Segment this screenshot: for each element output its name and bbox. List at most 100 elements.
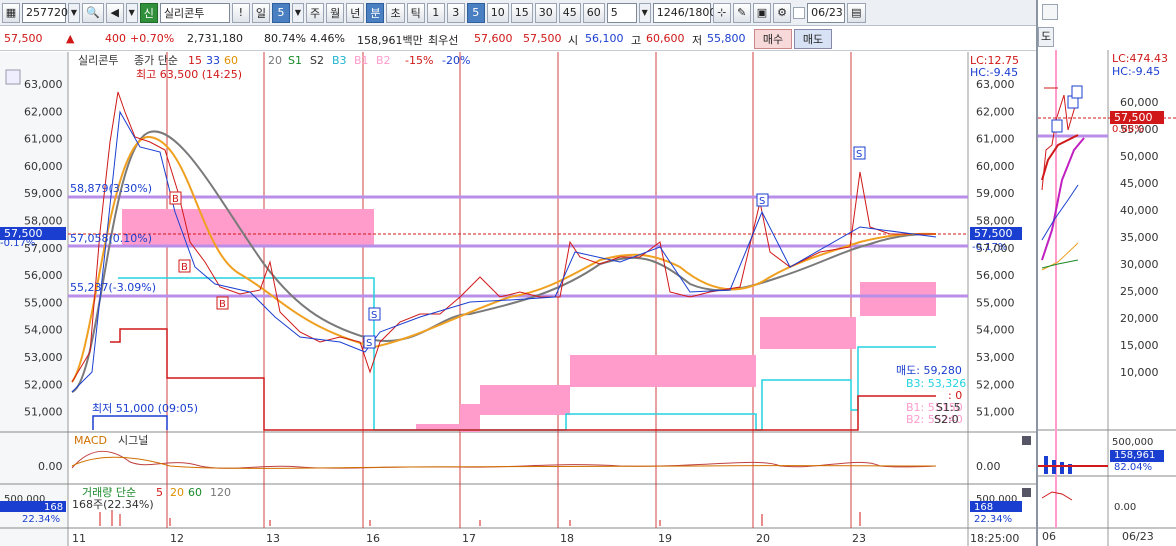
high-price: 60,600 xyxy=(646,32,685,45)
speaker-icon[interactable]: ◀ xyxy=(105,2,124,23)
mini-pct: 0.88% xyxy=(1112,124,1144,135)
x-tick: 20 xyxy=(756,532,770,545)
mini-date-right: 06/23 xyxy=(1122,530,1154,543)
y-tick-left: 54,000 xyxy=(24,324,63,337)
mini-y-tick: 45,000 xyxy=(1120,177,1159,190)
y-tick-left: 58,000 xyxy=(24,215,63,228)
y-tick-left: 61,000 xyxy=(24,133,63,146)
new-badge: 신 xyxy=(139,2,158,23)
high-annotation: 최고 63,500 (14:25) xyxy=(136,68,242,81)
mini-chart[interactable] xyxy=(1038,0,1176,546)
gear-icon[interactable]: ⚙ xyxy=(773,2,792,23)
best-price-label: 최우선 xyxy=(428,34,459,47)
menu-icon[interactable]: ▦ xyxy=(2,2,20,23)
day-separators xyxy=(166,52,852,528)
mini-y-tick: 50,000 xyxy=(1120,150,1159,163)
calendar-icon[interactable]: ▤ xyxy=(847,2,866,23)
y-tick-right: 51,000 xyxy=(976,406,1015,419)
y-tick-left: 62,000 xyxy=(24,105,63,118)
stock-code-input[interactable]: 257720 xyxy=(22,2,68,23)
volume-close-icon[interactable] xyxy=(1022,488,1031,497)
y-tick-left: 56,000 xyxy=(24,269,63,282)
svg-text:B: B xyxy=(172,194,179,205)
crosshair-icon[interactable]: ⊹ xyxy=(712,2,731,23)
x-tick: 18 xyxy=(560,532,574,545)
min-45-button[interactable]: 45 xyxy=(558,2,581,23)
y-tick-left: 55,000 xyxy=(24,296,63,309)
best-ask: 57,600 xyxy=(474,32,513,45)
price-chart[interactable]: B B B S S S S 실리콘투 종가 단순 15 33 60 20 S1 … xyxy=(0,52,1036,546)
period-second-button[interactable]: 초 xyxy=(386,2,405,23)
sell-info: 매도: 59,280 xyxy=(896,364,962,377)
x-tick: 17 xyxy=(462,532,476,545)
macd-zero-left: 0.00 xyxy=(38,460,63,473)
min-10-button[interactable]: 10 xyxy=(486,2,509,23)
stock-name-field[interactable]: 실리콘투 xyxy=(159,2,230,23)
price-change: 400 xyxy=(105,32,126,45)
legend-ma-15: 15 xyxy=(188,54,202,67)
period-dropdown-button[interactable]: ▼ xyxy=(291,2,304,23)
alert-button[interactable]: ! xyxy=(231,2,250,23)
vol-ma-5: 5 xyxy=(156,486,163,499)
mini-vol-pct: 82.04% xyxy=(1114,462,1153,473)
count-input[interactable]: 5 xyxy=(606,2,637,23)
save-icon[interactable]: ▣ xyxy=(752,2,772,23)
period-minute-button[interactable]: 분 xyxy=(366,2,385,23)
min-5-button[interactable]: 5 xyxy=(466,2,485,23)
y-tick-left: 63,000 xyxy=(24,78,63,91)
legend-ma-33: 33 xyxy=(206,54,220,67)
mini-y-tick: 15,000 xyxy=(1120,339,1159,352)
right-price-text: 57,500 xyxy=(974,227,1013,240)
signal-label: 시그널 xyxy=(118,434,148,447)
vol-right-pct: 22.34% xyxy=(974,514,1012,525)
x-tick: 11 xyxy=(72,532,86,545)
zoom-icon[interactable] xyxy=(5,69,21,85)
min-60-button[interactable]: 60 xyxy=(582,2,605,23)
mini-y-tick: 25,000 xyxy=(1120,285,1159,298)
y-tick-left: 52,000 xyxy=(24,378,63,391)
speaker-dropdown-button[interactable]: ▼ xyxy=(125,2,138,23)
search-icon[interactable]: 🔍 xyxy=(82,2,104,23)
period-month-button[interactable]: 월 xyxy=(326,2,345,23)
level1-label: 58,879(3.30%) xyxy=(70,182,152,195)
vol-left-pct: 22.34% xyxy=(22,514,60,525)
min-1-button[interactable]: 1 xyxy=(426,2,445,23)
y-tick-left: 57,000 xyxy=(24,242,63,255)
svg-text:S: S xyxy=(759,196,765,207)
legend-b1: B1 xyxy=(354,54,369,67)
min-15-button[interactable]: 15 xyxy=(510,2,533,23)
min-3-button[interactable]: 3 xyxy=(446,2,465,23)
svg-text:S: S xyxy=(856,149,862,160)
range-field[interactable]: 1246/1800 xyxy=(652,2,716,23)
y-tick-right: 62,000 xyxy=(976,105,1015,118)
mini-vol-tick: 500,000 xyxy=(1112,437,1154,448)
x-tick: 13 xyxy=(266,532,280,545)
macd-label: MACD xyxy=(74,434,107,447)
macd-close-icon[interactable] xyxy=(1022,436,1031,445)
period-day-button[interactable]: 일 xyxy=(251,2,270,23)
date-input[interactable]: 06/23 xyxy=(807,2,846,23)
vol-right-value: 168 xyxy=(974,502,993,513)
min-30-button[interactable]: 30 xyxy=(534,2,557,23)
y-tick-right: 53,000 xyxy=(976,351,1015,364)
count-dropdown-button[interactable]: ▼ xyxy=(638,2,651,23)
y-tick-right: 55,000 xyxy=(976,296,1015,309)
sell-button[interactable]: 매도 xyxy=(794,29,832,49)
mini-chart-panel: 도 LC:474.43 HC:-9.45 60,000 55,000 50,000 4… xyxy=(1036,0,1176,546)
trade-amount: 158,961백만 xyxy=(357,34,423,47)
period-tick-button[interactable]: 틱 xyxy=(406,2,425,23)
volume-ratio: 80.74% xyxy=(264,32,306,45)
code-dropdown-button[interactable]: ▼ xyxy=(68,2,80,23)
mini-zero: 0.00 xyxy=(1114,502,1137,513)
mini-y-tick: 20,000 xyxy=(1120,312,1159,325)
date-checkbox[interactable] xyxy=(793,6,806,19)
period-year-button[interactable]: 년 xyxy=(346,2,365,23)
tools-icon[interactable]: ✎ xyxy=(732,2,751,23)
legend-ma-20: 20 xyxy=(268,54,282,67)
svg-text:S: S xyxy=(371,310,377,321)
period-week-button[interactable]: 주 xyxy=(305,2,325,23)
period-n-button[interactable]: 5 xyxy=(271,2,290,23)
y-tick-right: 63,000 xyxy=(976,78,1015,91)
buy-button[interactable]: 매수 xyxy=(754,29,792,49)
volume-bars xyxy=(99,510,861,526)
